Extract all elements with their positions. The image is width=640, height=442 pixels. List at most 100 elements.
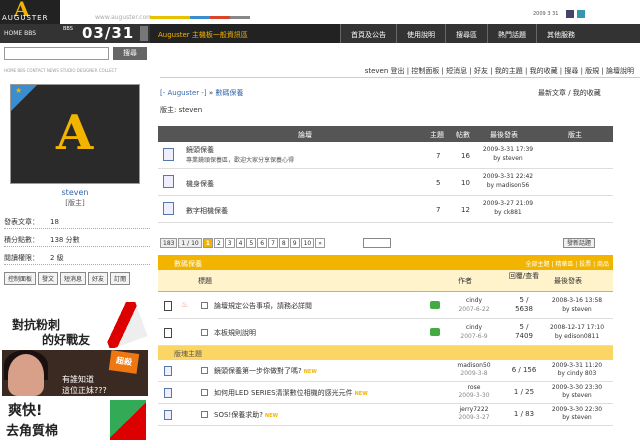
breadcrumb-root[interactable]: [- Auguster -]: [160, 89, 207, 97]
nav-item-home[interactable]: 首頁及公告: [340, 24, 396, 43]
nav-item-hot[interactable]: 熱門話題: [487, 24, 536, 43]
last-post[interactable]: 2009-3-31 11:20 by cindy 803: [542, 362, 612, 378]
page-link[interactable]: 6: [257, 238, 268, 248]
page-link[interactable]: 3: [224, 238, 235, 248]
author-name: cindy: [465, 297, 483, 304]
last-post[interactable]: 2009-3-31 22:42 by madison56: [473, 172, 543, 190]
bar-home-link[interactable]: HOME BBS: [0, 24, 60, 43]
page-link[interactable]: 5: [246, 238, 257, 248]
rss-icon[interactable]: [566, 10, 574, 18]
friends-button[interactable]: 好友: [88, 272, 109, 285]
user-menu[interactable]: steven 登出 | 控制面板 | 短消息 | 好友 | 我的主題 | 我的收…: [160, 64, 640, 78]
page-link[interactable]: 2: [213, 238, 224, 248]
topic-author[interactable]: jerry7222 2009-3-27: [444, 406, 504, 422]
header-author: 作者: [458, 277, 472, 285]
ad-acne[interactable]: 對抗粉刺 的好戰友: [2, 302, 148, 348]
topic-checkbox[interactable]: [201, 302, 208, 309]
author-date: 2009-3-30: [458, 392, 490, 399]
topic-doc-icon: [164, 388, 172, 398]
breadcrumb-current[interactable]: 數碼保養: [215, 89, 243, 97]
reply-view-count: 5 / 5638: [504, 296, 544, 314]
subforum-table: 論壇 主題 帖數 最後發表 版主 鏡頭保養 專業鏡頭保養區，歡迎大家分享保養心得…: [158, 126, 613, 223]
forum-title[interactable]: Auguster 主機板一般資訊區: [150, 24, 340, 43]
last-post-date: 2009-3-31 11:20: [551, 362, 603, 369]
replies: 5 /: [519, 323, 529, 331]
topic-subject[interactable]: 鏡頭保養第一步你做對了嗎? NEW: [214, 366, 317, 376]
tiny-links: HOME BBS CONTACT NEWS STUDIO DESIGNER CO…: [4, 68, 117, 73]
page-link[interactable]: 1: [202, 238, 213, 248]
page-link[interactable]: 4: [235, 238, 246, 248]
table-row: SOS!保養求助? NEW jerry7222 2009-3-27 1 / 83 …: [158, 404, 613, 426]
site-logo[interactable]: A AUGUSTER: [0, 0, 60, 24]
last-post[interactable]: 2009-3-27 21:09 by ck881: [473, 199, 543, 217]
bookmark-icon[interactable]: [577, 10, 585, 18]
ad-text: 有誰知道 這位正妹???: [62, 375, 107, 395]
last-post-by: by steven: [562, 392, 592, 399]
topic-checkbox[interactable]: [201, 329, 208, 336]
forum-name[interactable]: 機身保養: [186, 179, 214, 189]
page-jump-input[interactable]: [363, 238, 391, 248]
ad-girl[interactable]: 有誰知道 這位正妹??? 超殺: [2, 350, 148, 396]
last-post-by: by ck881: [494, 209, 522, 216]
last-post[interactable]: 2009-3-30 23:30 by steven: [542, 384, 612, 400]
date-side-block: [140, 26, 148, 41]
search-button[interactable]: 搜尋: [113, 47, 147, 60]
stat-value: 2 級: [50, 254, 64, 262]
topic-author[interactable]: rose 2009-3-30: [444, 384, 504, 400]
last-post[interactable]: 2008-3-16 13:58 by steven: [542, 296, 612, 314]
page-next[interactable]: »: [315, 238, 325, 248]
topic-checkbox[interactable]: [201, 367, 208, 374]
last-post-date: 2008-12-17 17:10: [549, 324, 605, 331]
subscribe-button[interactable]: 訂閱: [110, 272, 131, 285]
topic-count: 5: [436, 179, 441, 187]
topic-author[interactable]: madison50 2009-3-8: [444, 362, 504, 378]
avatar[interactable]: ★ A: [10, 84, 140, 184]
forum-desc: 專業鏡頭保養區，歡迎大家分享保養心得: [186, 157, 295, 164]
last-post-by: by madison56: [486, 182, 530, 189]
new-topic-button[interactable]: 發新話題: [563, 238, 596, 248]
reply-view-count: 5 / 7409: [504, 323, 544, 341]
search-input[interactable]: [4, 47, 109, 60]
breadcrumb-right-links[interactable]: 最新文章 / 我的收藏: [538, 88, 601, 98]
forum-name[interactable]: 鏡頭保養: [186, 145, 214, 155]
forum-name[interactable]: 數字相機保養: [186, 206, 228, 216]
messages-button[interactable]: 短消息: [60, 272, 87, 285]
topic-subject[interactable]: 如何用LED SERIES清潔數位相機的感光元件 NEW: [214, 388, 368, 398]
topic-subject[interactable]: 論壇規定公告事項，請務必詳閱: [214, 301, 312, 311]
ad-cotton[interactable]: 爽快! 去角質棉: [2, 398, 148, 442]
site-url: www.auguster.com: [95, 14, 152, 21]
page-link[interactable]: 8: [278, 238, 289, 248]
header-moderator: 版主: [568, 131, 582, 139]
nav-item-search[interactable]: 搜尋區: [445, 24, 487, 43]
author-date: 2007-6-22: [458, 306, 490, 313]
last-post[interactable]: 2008-12-17 17:10 by edison0811: [542, 323, 612, 341]
nav-item-help[interactable]: 使用說明: [396, 24, 445, 43]
topic-count: 7: [436, 152, 441, 160]
topic-author[interactable]: cindy 2007-6-9: [444, 323, 504, 341]
last-post[interactable]: 2009-3-31 17:39 by steven: [473, 145, 543, 163]
post-button[interactable]: 發文: [38, 272, 59, 285]
pager-total: 183: [160, 238, 178, 248]
username[interactable]: steven: [0, 188, 150, 197]
author-date: 2007-6-9: [460, 333, 488, 340]
page-link[interactable]: 7: [268, 238, 278, 248]
topic-subject[interactable]: 本板規則說明: [214, 328, 256, 338]
last-post[interactable]: 2009-3-30 22:30 by steven: [542, 406, 612, 422]
last-post-by: by cindy 803: [557, 370, 597, 377]
page-link[interactable]: 9: [289, 238, 300, 248]
topic-subject[interactable]: SOS!保養求助? NEW: [214, 410, 278, 420]
topic-author[interactable]: cindy 2007-6-22: [444, 296, 504, 314]
reply-view-count: 1 / 83: [513, 410, 535, 418]
ad-text: 爽快!: [8, 403, 43, 419]
moderators: 版主: steven: [160, 106, 203, 114]
table-row: 鏡頭保養 專業鏡頭保養區，歡迎大家分享保養心得 7 16 2009-3-31 1…: [158, 142, 613, 169]
page-link[interactable]: 10: [300, 238, 315, 248]
header-posts: 帖數: [456, 131, 470, 139]
topic-checkbox[interactable]: [201, 411, 208, 418]
control-panel-button[interactable]: 控制面板: [4, 272, 37, 285]
author-name: rose: [467, 384, 481, 391]
topic-checkbox[interactable]: [201, 389, 208, 396]
topic-filter-links[interactable]: 全部主題 | 精華區 | 投票 | 商品: [525, 259, 609, 268]
pager-of: 1 / 10: [178, 238, 202, 248]
nav-item-other[interactable]: 其他服務: [536, 24, 585, 43]
